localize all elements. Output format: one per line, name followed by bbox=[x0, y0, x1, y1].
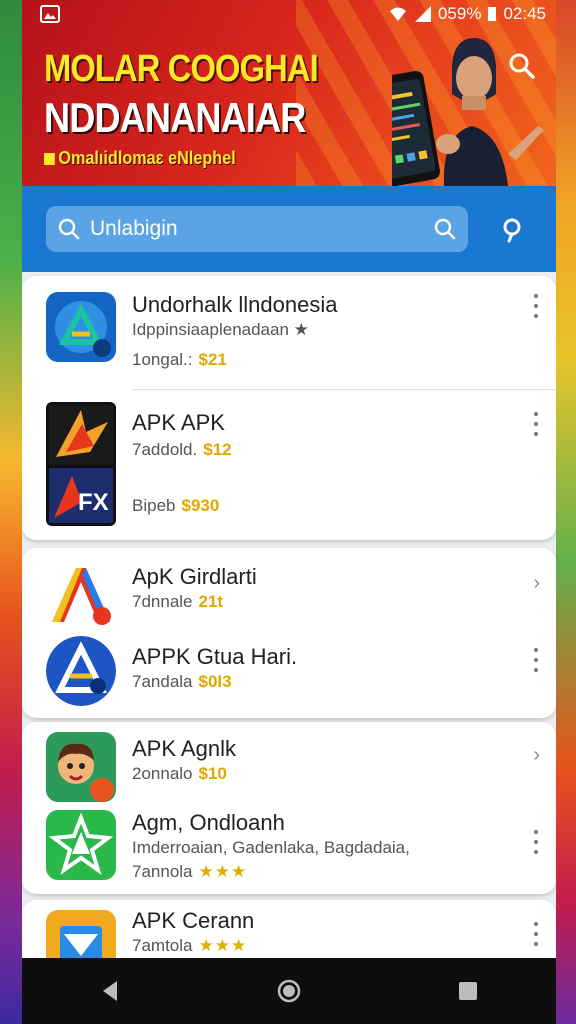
battery-icon bbox=[488, 7, 497, 21]
app-title: APK Cerann bbox=[132, 908, 255, 933]
app-icon-gtua-hari bbox=[46, 636, 116, 706]
app-price: $930 bbox=[181, 496, 220, 515]
app-price: $12 bbox=[203, 440, 232, 459]
app-meta: 7annola ★★★ bbox=[132, 862, 247, 882]
app-title: Agm, Ondloanh bbox=[132, 810, 285, 835]
app-meta: 7addold. $12 bbox=[132, 440, 232, 460]
chevron-right-icon[interactable]: › bbox=[533, 744, 540, 767]
app-subtitle-text: Idppinsiaaplenadaan bbox=[132, 320, 289, 339]
signal-icon bbox=[414, 6, 431, 22]
app-meta: 7dnnale 21t bbox=[132, 592, 223, 612]
phone-screen: MOLAR COOGHAI NDDANANAIAR Omalıidlomaɛ e… bbox=[22, 0, 556, 1024]
app-title: ApK Girdlarti bbox=[132, 564, 257, 589]
wallpaper-edge bbox=[556, 0, 576, 1024]
recents-icon[interactable] bbox=[457, 980, 479, 1002]
app-subtitle: Idppinsiaaplenadaan ★ bbox=[132, 320, 309, 340]
app-list-card: ApK Girdlarti 7dnnale 21t › APPK Gtua Har… bbox=[22, 548, 556, 718]
star-icon: ★ bbox=[293, 320, 309, 339]
app-title: APK Agnlk bbox=[132, 736, 236, 761]
status-time: 02:45 bbox=[503, 4, 546, 23]
app-icon-agnlk bbox=[46, 732, 116, 802]
svg-text:FX: FX bbox=[78, 489, 109, 516]
app-list-card: Undorhalk llndonesia Idppinsiaaplenadaan… bbox=[22, 276, 556, 540]
gallery-notification-icon bbox=[40, 5, 60, 23]
search-icon[interactable] bbox=[508, 52, 536, 80]
search-input[interactable]: Unlabigin bbox=[46, 206, 468, 252]
search-placeholder: Unlabigin bbox=[90, 217, 178, 240]
banner-mark-icon bbox=[44, 153, 55, 166]
app-price: $10 bbox=[198, 764, 227, 783]
app-meta: 1ongal.: $21 bbox=[132, 350, 227, 370]
app-title: Undorhalk llndonesia bbox=[132, 292, 338, 317]
app-meta-label: 7amtola bbox=[132, 936, 193, 955]
app-icon-apk-apk: FX bbox=[46, 402, 116, 526]
battery-percent: 059% bbox=[437, 4, 482, 23]
location-pin-icon[interactable] bbox=[500, 217, 524, 243]
chevron-right-icon[interactable]: › bbox=[533, 572, 540, 595]
wifi-icon bbox=[389, 7, 406, 21]
app-meta: 2onnalo $10 bbox=[132, 764, 227, 784]
banner-title-line2: NDDANANAIAR bbox=[44, 94, 306, 141]
app-list-item[interactable]: Undorhalk llndonesia Idppinsiaaplenadaan… bbox=[22, 276, 556, 388]
more-options-icon[interactable] bbox=[530, 648, 542, 672]
app-meta: 7andala $0I3 bbox=[132, 672, 232, 692]
app-subtitle: Imderroaian, Gadenlaka, Bagdadaia, bbox=[132, 838, 410, 857]
app-list-item[interactable]: ApK Girdlarti 7dnnale 21t › bbox=[22, 548, 556, 628]
app-meta-label: 7dnnale bbox=[132, 592, 193, 611]
app-price: 21t bbox=[198, 592, 224, 611]
banner-title-line1: MOLAR COOGHAI bbox=[44, 48, 319, 90]
home-icon[interactable] bbox=[276, 978, 302, 1004]
app-icon-girdlarti bbox=[52, 568, 111, 625]
search-bar-region: Unlabigin bbox=[22, 186, 556, 272]
app-price: $0I3 bbox=[198, 672, 232, 691]
more-options-icon[interactable] bbox=[530, 294, 542, 318]
app-list-item[interactable]: FX APK APK 7addold. $12 Bipeb $930 bbox=[22, 390, 556, 540]
search-submit-icon[interactable] bbox=[434, 218, 456, 240]
app-meta-label: 1ongal.: bbox=[132, 350, 193, 369]
app-meta-label: Bipeb bbox=[132, 496, 176, 515]
rating-stars: ★★★ bbox=[198, 936, 248, 955]
app-meta-label: 7andala bbox=[132, 672, 193, 691]
back-icon[interactable] bbox=[99, 979, 121, 1003]
app-list-item[interactable]: APPK Gtua Hari. 7andala $0I3 bbox=[22, 632, 556, 716]
more-options-icon[interactable] bbox=[530, 830, 542, 854]
app-meta-secondary: Bipeb $930 bbox=[132, 496, 219, 516]
app-list-item[interactable]: APK Agnlk 2onnalo $10 › bbox=[22, 722, 556, 804]
app-icon-ondloanh bbox=[46, 810, 116, 880]
app-meta-label: 7annola bbox=[132, 862, 193, 881]
rating-stars: ★★★ bbox=[198, 862, 248, 881]
app-list-item[interactable]: Agm, Ondloanh Imderroaian, Gadenlaka, Ba… bbox=[22, 806, 556, 894]
app-title: APPK Gtua Hari. bbox=[132, 644, 298, 669]
banner-subtitle-text: Omalıidlomaɛ eNlephel bbox=[58, 148, 236, 168]
app-price: $21 bbox=[198, 350, 227, 369]
app-icon-undorhalk bbox=[46, 292, 116, 362]
search-leading-icon bbox=[58, 218, 80, 240]
more-options-icon[interactable] bbox=[530, 922, 542, 946]
app-title: APK APK bbox=[132, 410, 225, 435]
app-meta: 7amtola ★★★ bbox=[132, 936, 247, 956]
more-options-icon[interactable] bbox=[530, 412, 542, 436]
app-list-card: APK Agnlk 2onnalo $10 › Agm, Ondloanh Imd… bbox=[22, 722, 556, 894]
app-meta-label: 7addold. bbox=[132, 440, 198, 459]
banner-subtitle: Omalıidlomaɛ eNlephel bbox=[44, 148, 236, 169]
system-navigation-bar bbox=[22, 958, 556, 1024]
status-bar: 059% 02:45 bbox=[22, 0, 556, 28]
app-meta-label: 2onnalo bbox=[132, 764, 193, 783]
